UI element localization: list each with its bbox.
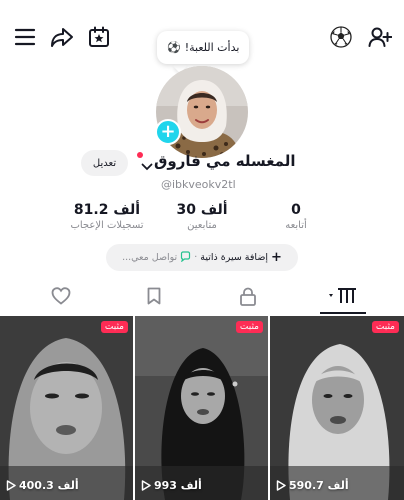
lock-icon: [239, 287, 257, 310]
heart-icon: [51, 287, 71, 309]
view-count-text: 590.7 ألف: [289, 479, 349, 492]
pinned-badge: مثبت: [100, 321, 128, 333]
view-count: 993 ألف: [141, 479, 202, 492]
play-icon: [6, 480, 16, 491]
video-thumbnail[interactable]: مثبت 590.7 ألف: [270, 316, 404, 500]
add-bio-label[interactable]: إضافة سيرة ذاتية: [200, 252, 268, 263]
stat-followers[interactable]: 30 ألف متابعين: [168, 202, 236, 231]
view-count-text: 400.3 ألف: [19, 479, 79, 492]
chevron-down-icon[interactable]: [141, 157, 153, 176]
add-avatar-button[interactable]: +: [155, 119, 181, 145]
menu-icon[interactable]: [12, 24, 38, 50]
bookmark-icon: [146, 287, 162, 309]
video-thumbnail[interactable]: مثبت 993 ألف: [135, 316, 268, 500]
soccer-ball-icon[interactable]: [329, 25, 353, 49]
likes-label: تسجيلات الإعجاب: [70, 220, 144, 231]
tab-saved[interactable]: [124, 283, 184, 313]
soccer-ball-emoji-icon: ⚽: [167, 41, 181, 54]
notification-dot: [137, 152, 143, 158]
view-count: 590.7 ألف: [276, 479, 349, 492]
likes-count: 81.2 ألف: [73, 202, 141, 218]
followers-label: متابعين: [187, 220, 217, 231]
add-user-icon[interactable]: [366, 24, 394, 50]
chat-bubble-icon: [180, 250, 191, 265]
following-count: 0: [291, 202, 301, 218]
profile-name: المغسله مي فاروق: [154, 152, 296, 170]
play-icon: [141, 480, 151, 491]
bio-actions-pill[interactable]: + إضافة سيرة ذاتية · تواصل معي...: [106, 244, 298, 271]
pinned-badge: مثبت: [235, 321, 263, 333]
followers-count: 30 ألف: [176, 202, 228, 218]
share-icon[interactable]: [48, 24, 76, 50]
stat-following[interactable]: 0 أتابعه: [270, 202, 322, 231]
view-count-text: 993 ألف: [154, 479, 202, 492]
contact-me-label[interactable]: تواصل معي...: [122, 252, 177, 263]
tab-videos[interactable]: [313, 283, 373, 313]
following-label: أتابعه: [285, 220, 307, 231]
tab-private[interactable]: [218, 283, 278, 313]
video-thumbnail[interactable]: مثبت 400.3 ألف: [0, 316, 133, 500]
plus-icon: +: [271, 250, 282, 265]
calendar-star-icon[interactable]: [86, 24, 112, 50]
edit-profile-button[interactable]: تعديل: [81, 150, 128, 176]
play-icon: [276, 480, 286, 491]
active-tab-indicator: [320, 312, 366, 314]
separator: ·: [194, 252, 198, 263]
view-count: 400.3 ألف: [6, 479, 79, 492]
status-bubble[interactable]: بدأت اللعبة! ⚽: [157, 31, 250, 64]
profile-tabs: [0, 283, 404, 315]
username: @ibkveokv2tl: [161, 178, 236, 191]
profile-name-row: المغسله مي فاروق تعديل: [0, 150, 404, 176]
tab-liked[interactable]: [31, 283, 91, 313]
pinned-badge: مثبت: [371, 321, 399, 333]
stat-likes[interactable]: 81.2 ألف تسجيلات الإعجاب: [62, 202, 152, 231]
videos-grid-icon: [328, 288, 358, 308]
video-grid: مثبت 400.3 ألف مثبت 993 ألف مثبت 590.7 أ…: [0, 316, 404, 500]
bubble-text: بدأت اللعبة!: [184, 41, 240, 54]
profile-stats: 81.2 ألف تسجيلات الإعجاب 30 ألف متابعين …: [0, 202, 404, 242]
